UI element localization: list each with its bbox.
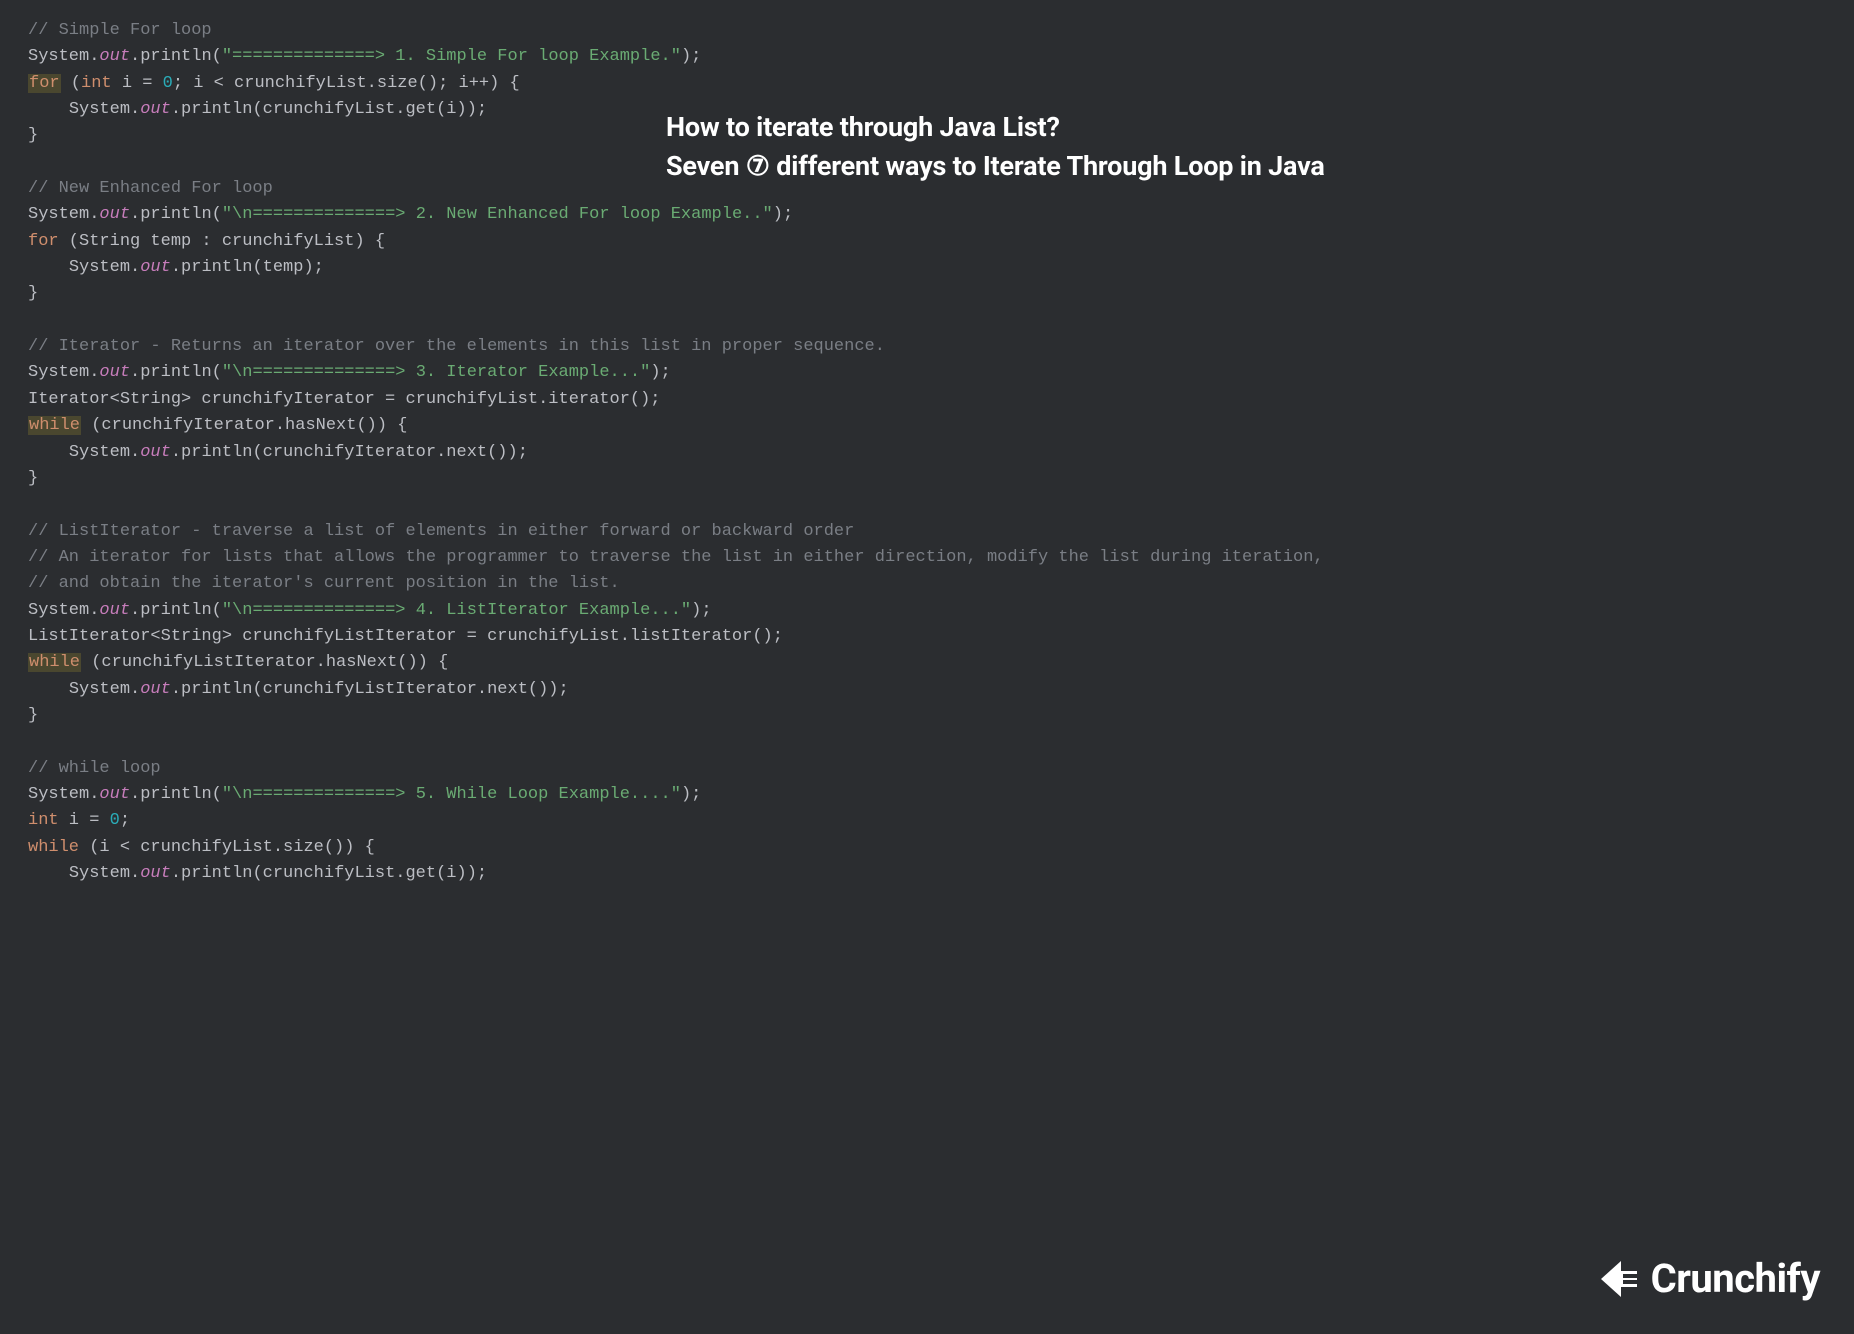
declaration: ListIterator<String> crunchifyListIterat… xyxy=(28,627,783,646)
comment-line: // and obtain the iterator's current pos… xyxy=(28,574,620,593)
string-literal: "==============> 1. Simple For loop Exam… xyxy=(222,47,681,66)
field-ref: out xyxy=(99,47,130,66)
circled-number-icon: ⑦ xyxy=(746,147,770,186)
brand-logo: Crunchify xyxy=(1593,1248,1820,1310)
crunchify-logo-icon xyxy=(1593,1255,1641,1303)
overlay-title: How to iterate through Java List? Seven … xyxy=(666,108,1325,186)
string-literal: "\n==============> 4. ListIterator Examp… xyxy=(222,601,691,620)
string-literal: "\n==============> 3. Iterator Example..… xyxy=(222,363,650,382)
comment-line: // Iterator - Returns an iterator over t… xyxy=(28,337,885,356)
comment-line: // ListIterator - traverse a list of ele… xyxy=(28,522,854,541)
class-ref: System xyxy=(28,47,89,66)
comment-line: // Simple For loop xyxy=(28,21,212,40)
keyword-while: while xyxy=(28,838,79,857)
title-line-2: Seven ⑦ different ways to Iterate Throug… xyxy=(666,147,1325,186)
keyword-for: for xyxy=(28,74,61,93)
brand-name: Crunchify xyxy=(1651,1248,1820,1310)
title-line-1: How to iterate through Java List? xyxy=(666,108,1325,147)
keyword-for: for xyxy=(28,232,59,251)
string-literal: "\n==============> 2. New Enhanced For l… xyxy=(222,205,773,224)
comment-line: // New Enhanced For loop xyxy=(28,179,273,198)
string-literal: "\n==============> 5. While Loop Example… xyxy=(222,785,681,804)
keyword-while: while xyxy=(28,416,81,435)
keyword-while: while xyxy=(28,653,81,672)
declaration: Iterator<String> crunchifyIterator = cru… xyxy=(28,390,661,409)
comment-line: // An iterator for lists that allows the… xyxy=(28,548,1324,567)
comment-line: // while loop xyxy=(28,759,161,778)
